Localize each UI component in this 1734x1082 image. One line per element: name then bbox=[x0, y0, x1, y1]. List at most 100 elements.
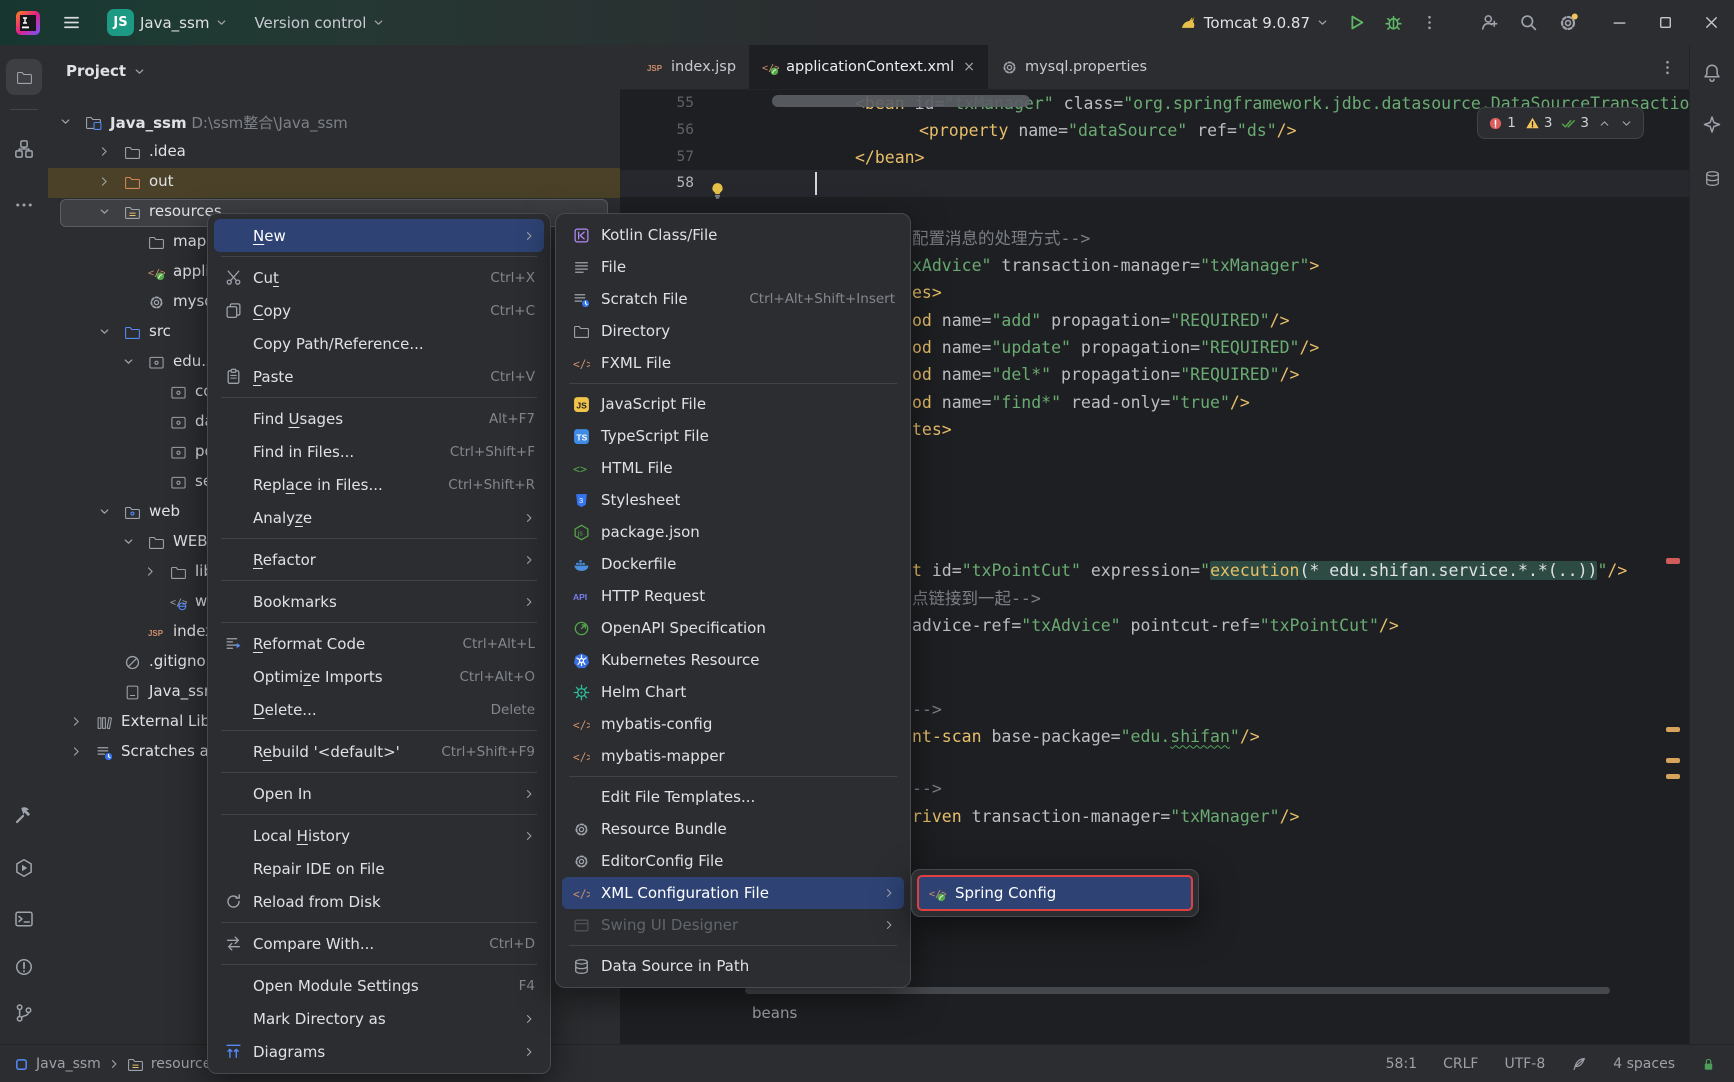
tab-options-kebab-icon[interactable] bbox=[1659, 59, 1676, 76]
git-tool-button[interactable] bbox=[6, 995, 42, 1031]
menu-item-repair-ide-on-file[interactable]: Repair IDE on File bbox=[214, 852, 544, 885]
menu-item-mybatis-config[interactable]: </>mybatis-config bbox=[562, 708, 904, 740]
menu-item-scratch-file[interactable]: Scratch FileCtrl+Alt+Shift+Insert bbox=[562, 283, 904, 315]
menu-item-stylesheet[interactable]: 3Stylesheet bbox=[562, 484, 904, 516]
menu-item-local-history[interactable]: Local History bbox=[214, 819, 544, 852]
menu-item-package-json[interactable]: jspackage.json bbox=[562, 516, 904, 548]
vcs-widget[interactable]: Version control bbox=[246, 9, 393, 37]
menu-item-openapi-specification[interactable]: OpenAPI Specification bbox=[562, 612, 904, 644]
debug-button[interactable] bbox=[1376, 8, 1411, 37]
menu-item-kotlin-class-file[interactable]: Kotlin Class/File bbox=[562, 219, 904, 251]
more-tools-button[interactable] bbox=[6, 187, 42, 223]
menu-item-analyze[interactable]: Analyze bbox=[214, 501, 544, 534]
services-tool-button[interactable] bbox=[6, 850, 42, 886]
ai-assistant-button[interactable] bbox=[1694, 107, 1730, 143]
status-4-spaces[interactable]: 4 spaces bbox=[1613, 1056, 1675, 1072]
menu-item-mybatis-mapper[interactable]: </>mybatis-mapper bbox=[562, 740, 904, 772]
menu-item-javascript-file[interactable]: JSJavaScript File bbox=[562, 388, 904, 420]
project-tool-button[interactable] bbox=[6, 59, 42, 95]
menu-item-diagrams[interactable]: Diagrams bbox=[214, 1035, 544, 1068]
notifications-button[interactable] bbox=[1694, 55, 1730, 91]
floating-scrollbar[interactable] bbox=[772, 95, 1030, 107]
menu-item-new[interactable]: New bbox=[214, 219, 544, 252]
menu-item-refactor[interactable]: Refactor bbox=[214, 543, 544, 576]
chevron-down-icon[interactable] bbox=[98, 325, 111, 338]
problems-tool-button[interactable] bbox=[6, 949, 42, 985]
window-maximize-button[interactable] bbox=[1642, 0, 1688, 45]
line-number-56[interactable]: 56 bbox=[648, 117, 694, 144]
menu-item-compare-with[interactable]: Compare With...Ctrl+D bbox=[214, 927, 544, 960]
chevron-right-icon[interactable] bbox=[98, 175, 111, 188]
menu-item-copy-path-reference[interactable]: Copy Path/Reference... bbox=[214, 327, 544, 360]
tree-item-.idea[interactable]: .idea bbox=[48, 138, 620, 168]
tab-index.jsp[interactable]: JSPindex.jsp bbox=[634, 45, 749, 89]
code-with-me-button[interactable] bbox=[1472, 8, 1507, 37]
terminal-tool-button[interactable] bbox=[6, 901, 42, 937]
menu-item-dockerfile[interactable]: Dockerfile bbox=[562, 548, 904, 580]
chevron-right-icon[interactable] bbox=[98, 145, 111, 158]
menu-item-xml-configuration-file[interactable]: </>XML Configuration File bbox=[562, 877, 904, 909]
menu-item-cut[interactable]: CutCtrl+X bbox=[214, 261, 544, 294]
menu-item-file[interactable]: File bbox=[562, 251, 904, 283]
menu-item-spring-config[interactable]: </> Spring Config bbox=[917, 875, 1193, 911]
tree-item-Java_ssm[interactable]: Java_ssm D:\ssm整合\Java_ssm bbox=[48, 108, 620, 138]
menu-item-bookmarks[interactable]: Bookmarks bbox=[214, 585, 544, 618]
tab-applicationContext.xml[interactable]: </>applicationContext.xml× bbox=[749, 45, 988, 89]
chevron-down-icon[interactable] bbox=[122, 535, 135, 548]
menu-item-fxml-file[interactable]: </>FXML File bbox=[562, 347, 904, 379]
search-everywhere-button[interactable] bbox=[1511, 8, 1546, 37]
run-configuration-select[interactable]: Tomcat 9.0.87 bbox=[1171, 8, 1337, 37]
menu-item-typescript-file[interactable]: TSTypeScript File bbox=[562, 420, 904, 452]
line-number-55[interactable]: 55 bbox=[648, 90, 694, 117]
status-breadcrumb[interactable]: Java_ssm resources bbox=[14, 1056, 219, 1073]
tab-close-icon[interactable]: × bbox=[963, 59, 975, 75]
chevron-right-icon[interactable] bbox=[144, 565, 157, 578]
chevron-right-icon[interactable] bbox=[70, 715, 83, 728]
menu-item-resource-bundle[interactable]: Resource Bundle bbox=[562, 813, 904, 845]
prev-problem-button[interactable] bbox=[1598, 117, 1611, 130]
main-menu-button[interactable] bbox=[54, 8, 89, 37]
menu-item-copy[interactable]: CopyCtrl+C bbox=[214, 294, 544, 327]
xml-breadcrumb[interactable]: beans bbox=[752, 998, 797, 1028]
menu-item-data-source-in-path[interactable]: Data Source in Path bbox=[562, 950, 904, 982]
menu-item-http-request[interactable]: APIHTTP Request bbox=[562, 580, 904, 612]
menu-item-reload-from-disk[interactable]: Reload from Disk bbox=[214, 885, 544, 918]
project-widget[interactable]: JS Java_ssm bbox=[99, 4, 236, 41]
database-tool-button[interactable] bbox=[1694, 160, 1730, 196]
menu-item-helm-chart[interactable]: Helm Chart bbox=[562, 676, 904, 708]
settings-button[interactable] bbox=[1550, 8, 1586, 38]
chevron-right-icon[interactable] bbox=[70, 745, 83, 758]
feather-icon[interactable] bbox=[1571, 1056, 1587, 1072]
next-problem-button[interactable] bbox=[1620, 117, 1633, 130]
status-58-1[interactable]: 58:1 bbox=[1386, 1056, 1417, 1072]
status-utf-8[interactable]: UTF-8 bbox=[1504, 1056, 1545, 1072]
menu-item-rebuild-default[interactable]: Rebuild '<default>'Ctrl+Shift+F9 bbox=[214, 735, 544, 768]
menu-item-optimize-imports[interactable]: Optimize ImportsCtrl+Alt+O bbox=[214, 660, 544, 693]
structure-tool-button[interactable] bbox=[6, 131, 42, 167]
menu-item-replace-in-files[interactable]: Replace in Files...Ctrl+Shift+R bbox=[214, 468, 544, 501]
chevron-down-icon[interactable] bbox=[98, 205, 111, 218]
line-number-58[interactable]: 58 bbox=[648, 170, 694, 197]
menu-item-edit-file-templates[interactable]: Edit File Templates... bbox=[562, 781, 904, 813]
greenlock-icon[interactable] bbox=[1701, 1057, 1716, 1072]
line-number-57[interactable]: 57 bbox=[648, 144, 694, 171]
menu-item-reformat-code[interactable]: Reformat CodeCtrl+Alt+L bbox=[214, 627, 544, 660]
menu-item-find-usages[interactable]: Find UsagesAlt+F7 bbox=[214, 402, 544, 435]
chevron-down-icon[interactable] bbox=[98, 505, 111, 518]
window-minimize-button[interactable] bbox=[1596, 0, 1642, 45]
chevron-down-icon[interactable] bbox=[122, 355, 135, 368]
tab-mysql.properties[interactable]: mysql.properties bbox=[988, 45, 1160, 89]
window-close-button[interactable] bbox=[1688, 0, 1734, 45]
project-panel-header[interactable]: Project bbox=[66, 62, 146, 80]
menu-item-find-in-files[interactable]: Find in Files...Ctrl+Shift+F bbox=[214, 435, 544, 468]
menu-item-kubernetes-resource[interactable]: Kubernetes Resource bbox=[562, 644, 904, 676]
intention-bulb-icon[interactable] bbox=[708, 181, 727, 200]
menu-item-html-file[interactable]: <>HTML File bbox=[562, 452, 904, 484]
menu-item-open-module-settings[interactable]: Open Module SettingsF4 bbox=[214, 969, 544, 1002]
build-tool-button[interactable] bbox=[6, 797, 42, 833]
menu-item-mark-directory-as[interactable]: Mark Directory as bbox=[214, 1002, 544, 1035]
status-crlf[interactable]: CRLF bbox=[1443, 1056, 1478, 1072]
inspections-widget[interactable]: 1 3 3 bbox=[1477, 107, 1644, 139]
chevron-down-icon[interactable] bbox=[59, 115, 72, 128]
menu-item-editorconfig-file[interactable]: EditorConfig File bbox=[562, 845, 904, 877]
